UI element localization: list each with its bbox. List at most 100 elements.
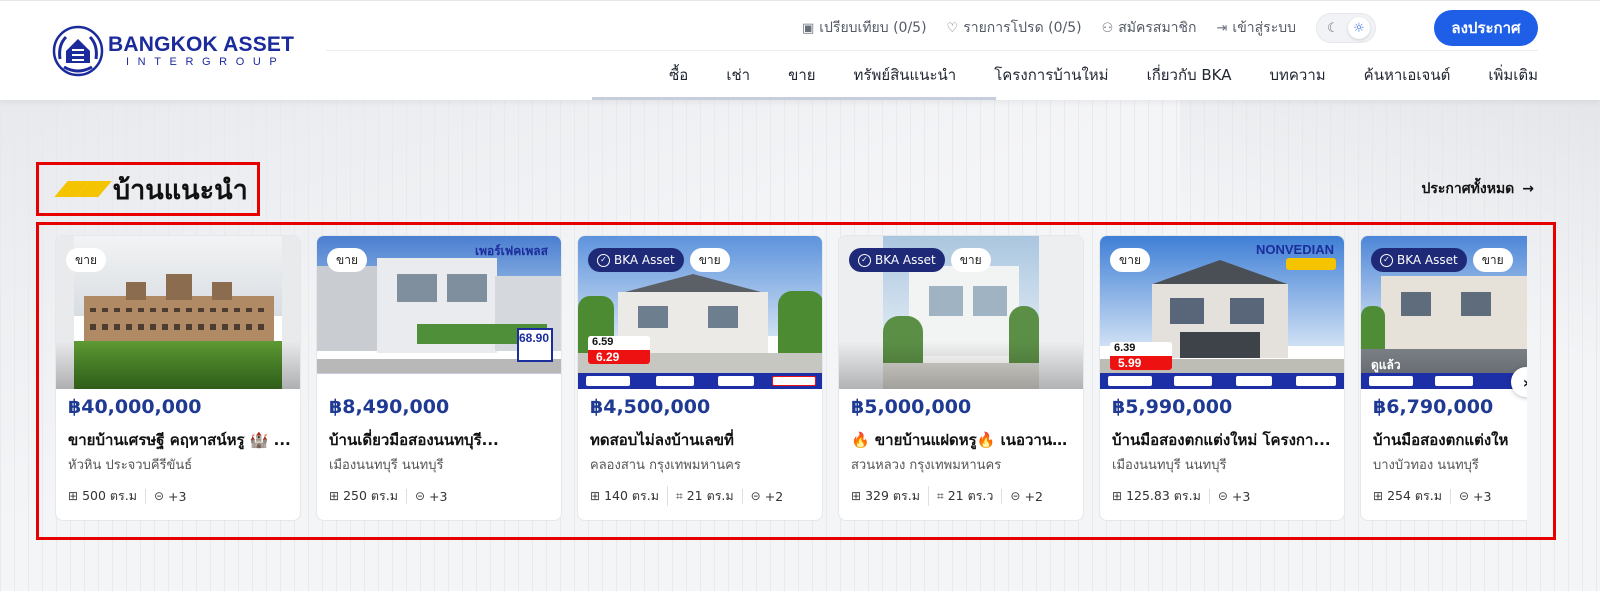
- bka-badge-label: BKA Asset: [614, 253, 675, 267]
- property-title[interactable]: 🔥 ขายบ้านแฝดหรู🔥 เนอวานา...: [851, 428, 1075, 452]
- spec-area: ⊞ 254 ตร.ม: [1373, 486, 1450, 506]
- property-title[interactable]: บ้านมือสองตกแต่งใหม่ โครงกา...: [1112, 428, 1336, 452]
- sale-badge: ขาย: [950, 248, 991, 272]
- spec-more: ⊝ +3: [1208, 488, 1259, 504]
- nav-item-more[interactable]: เพิ่มเติม: [1488, 63, 1538, 87]
- property-card[interactable]: ดูแล้ว ✓ BKA Asset ขาย ฿6,790,000 บ้านมือ…: [1360, 235, 1527, 521]
- bka-badge-label: BKA Asset: [875, 253, 936, 267]
- login-label: เข้าสู่ระบบ: [1232, 20, 1296, 36]
- property-card[interactable]: NONVEDIAN 6.39 5.99 ขาย ฿5,990,000 บ้านม…: [1099, 235, 1345, 521]
- search-bar-edge: [592, 97, 996, 100]
- property-specs: ⊞ 140 ตร.ม ⌗ 21 ตร.ม ⊝ +2: [590, 486, 791, 506]
- area-icon: ⊞: [329, 489, 340, 503]
- nav-item-rent[interactable]: เช่า: [726, 63, 750, 87]
- favorites-link[interactable]: ♡ รายการโปรด (0/5): [947, 17, 1082, 39]
- spec-more-value: +2: [1024, 488, 1043, 504]
- property-title[interactable]: บ้านเดี่ยวมือสองนนทบุรี...: [329, 428, 553, 452]
- area-icon: ⊞: [68, 489, 79, 503]
- property-location: คลองสาน กรุงเทพมหานคร: [590, 458, 741, 473]
- see-all-link[interactable]: ประกาศทั้งหมด →: [1422, 178, 1535, 200]
- property-image[interactable]: NONVEDIAN 6.39 5.99 ขาย: [1100, 236, 1344, 389]
- property-image[interactable]: ขาย: [56, 236, 300, 389]
- login-icon: ⇥: [1216, 20, 1228, 36]
- spec-more-value: +2: [764, 488, 784, 504]
- spec-area: ⊞ 250 ตร.ม: [329, 486, 406, 506]
- spec-more-value: +3: [168, 488, 187, 504]
- nav-item-recommended[interactable]: ทรัพย์สินแนะนำ: [854, 63, 957, 87]
- header-divider: [326, 50, 1538, 51]
- nav-item-new-projects[interactable]: โครงการบ้านใหม่: [994, 63, 1108, 87]
- login-link[interactable]: ⇥ เข้าสู่ระบบ: [1217, 17, 1296, 39]
- more-icon: ⊝: [414, 489, 426, 503]
- user-plus-icon: ⚇: [1101, 20, 1114, 36]
- check-circle-icon: ✓: [858, 253, 871, 267]
- property-image[interactable]: 6.59 6.29 ✓ BKA Asset ขาย: [578, 236, 822, 389]
- sale-badge: ขาย: [327, 248, 367, 272]
- property-title[interactable]: ขายบ้านเศรษฐี คฤหาสน์หรู 🏰 ...: [68, 428, 292, 452]
- image-headline: เพอร์เฟคเพลส: [475, 244, 548, 258]
- more-icon: ⊝: [1010, 489, 1021, 503]
- property-image[interactable]: เพอร์เฟคเพลส 68.90 ขาย: [317, 236, 561, 389]
- post-listing-button[interactable]: ลงประกาศ: [1434, 10, 1538, 46]
- chevron-right-icon: ›: [1523, 373, 1527, 392]
- property-card[interactable]: ✓ BKA Asset ขาย ฿5,000,000 🔥 ขายบ้านแฝดหร…: [838, 235, 1084, 521]
- logo-title: BANGKOK ASSET: [108, 33, 295, 56]
- property-location: เมืองนนทบุรี นนทบุรี: [329, 458, 444, 473]
- image-old-price: 6.59: [592, 336, 614, 348]
- site-header: BANGKOK ASSET INTERGROUP ▣ เปรียบเทียบ (…: [0, 0, 1600, 100]
- sale-badge: ขาย: [1110, 248, 1150, 272]
- bka-badge-label: BKA Asset: [1397, 253, 1458, 267]
- sale-badge: ขาย: [689, 248, 730, 272]
- site-logo[interactable]: BANGKOK ASSET INTERGROUP: [52, 25, 294, 77]
- property-title[interactable]: ทดสอบไม่ลงบ้านเลขที่: [590, 428, 814, 452]
- logo-subtitle: INTERGROUP: [126, 56, 286, 68]
- property-title[interactable]: บ้านมือสองตกแต่งให: [1373, 428, 1527, 452]
- register-link[interactable]: ⚇ สมัครสมาชิก: [1102, 17, 1197, 39]
- spec-more-value: +3: [429, 488, 448, 504]
- spec-more: ⊝ +3: [144, 488, 195, 504]
- property-location: สวนหลวง กรุงเทพมหานคร: [851, 458, 1002, 473]
- land-icon: ⌗: [675, 488, 683, 503]
- nav-item-find-agent[interactable]: ค้นหาเอเจนต์: [1364, 63, 1451, 87]
- recommended-section: บ้านแนะนำ ประกาศทั้งหมด → ขาย ฿40,000,00…: [0, 100, 1600, 591]
- more-icon: ⊝: [1217, 489, 1228, 503]
- property-image[interactable]: ดูแล้ว ✓ BKA Asset ขาย: [1361, 236, 1527, 389]
- property-location: หัวหิน ประจวบคีรีขันธ์: [68, 458, 193, 473]
- spec-area: ⊞ 140 ตร.ม: [590, 486, 667, 506]
- property-specs: ⊞ 250 ตร.ม ⊝ +3: [329, 486, 455, 506]
- property-image[interactable]: ✓ BKA Asset ขาย: [839, 236, 1083, 389]
- theme-toggle[interactable]: ☾ ☼: [1316, 13, 1376, 43]
- area-icon: ⊞: [1373, 489, 1384, 503]
- sun-icon[interactable]: ☼: [1348, 17, 1370, 39]
- spec-area-value: 329 ตร.ม: [865, 488, 920, 503]
- moon-icon[interactable]: ☾: [1322, 17, 1344, 39]
- property-price: ฿40,000,000: [68, 396, 202, 418]
- property-card[interactable]: ขาย ฿40,000,000 ขายบ้านเศรษฐี คฤหาสน์หรู…: [55, 235, 301, 521]
- spec-more: ⊝ +3: [1449, 488, 1500, 504]
- spec-land-value: 21 ตร.ว: [947, 488, 994, 503]
- nav-item-about[interactable]: เกี่ยวกับ BKA: [1147, 63, 1232, 87]
- logo-emblem-icon: [52, 25, 104, 77]
- property-price: ฿5,000,000: [851, 396, 972, 418]
- compare-label: เปรียบเทียบ (0/5): [819, 20, 927, 36]
- property-card[interactable]: เพอร์เฟคเพลส 68.90 ขาย ฿8,490,000 บ้านเด…: [316, 235, 562, 521]
- spec-area-value: 500 ตร.ม: [82, 488, 137, 503]
- utility-bar: ▣ เปรียบเทียบ (0/5) ♡ รายการโปรด (0/5) ⚇…: [802, 9, 1506, 47]
- nav-item-articles[interactable]: บทความ: [1269, 63, 1325, 87]
- nav-item-sell[interactable]: ขาย: [788, 63, 815, 87]
- property-specs: ⊞ 329 ตร.ม ⌗ 21 ตร.ว ⊝ +2: [851, 486, 1051, 506]
- property-price: ฿5,990,000: [1112, 396, 1233, 418]
- image-old-price: 6.39: [1114, 342, 1136, 354]
- property-card[interactable]: 6.59 6.29 ✓ BKA Asset ขาย ฿4,500,000 ทดสอ…: [577, 235, 823, 521]
- register-label: สมัครสมาชิก: [1118, 20, 1197, 36]
- property-location: บางบัวทอง นนทบุรี: [1373, 458, 1479, 473]
- area-icon: ⊞: [1112, 489, 1123, 503]
- main-nav: ซื้อ เช่า ขาย ทรัพย์สินแนะนำ โครงการบ้าน…: [669, 59, 1538, 91]
- property-specs: ⊞ 500 ตร.ม ⊝ +3: [68, 486, 194, 506]
- compare-link[interactable]: ▣ เปรียบเทียบ (0/5): [802, 17, 927, 39]
- favorites-label: รายการโปรด (0/5): [963, 20, 1082, 36]
- nav-item-buy[interactable]: ซื้อ: [669, 63, 688, 87]
- property-price: ฿4,500,000: [590, 396, 711, 418]
- heart-icon: ♡: [946, 20, 959, 36]
- spec-area-value: 125.83 ตร.ม: [1126, 488, 1201, 503]
